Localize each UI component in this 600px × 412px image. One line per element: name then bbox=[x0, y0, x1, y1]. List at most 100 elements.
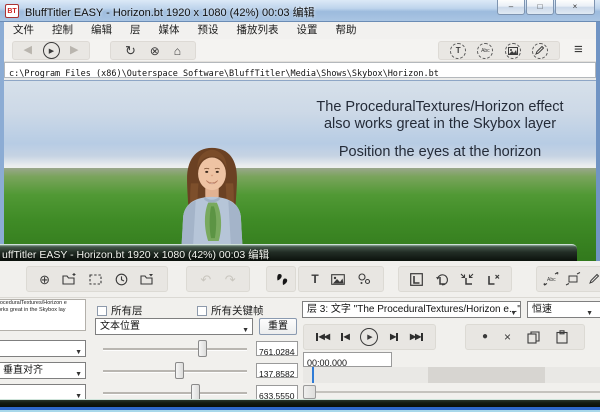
scrollbar-handle[interactable] bbox=[303, 385, 316, 399]
cancel-icon[interactable]: ⊗ bbox=[150, 45, 160, 57]
slider-1[interactable] bbox=[100, 340, 250, 357]
maximize-button[interactable]: □ bbox=[526, 0, 554, 15]
slider-2-handle[interactable] bbox=[175, 362, 184, 379]
menu-help[interactable]: 帮助 bbox=[327, 22, 366, 39]
pencil-resize-icon[interactable] bbox=[587, 272, 600, 286]
back-icon[interactable]: ◀ bbox=[24, 45, 32, 56]
extra-dropdown-2-value bbox=[0, 387, 3, 398]
keyframe-group bbox=[266, 266, 296, 292]
picture-layer-icon[interactable] bbox=[505, 43, 521, 59]
play-animation-icon[interactable]: ▶ bbox=[360, 328, 378, 346]
record-icon[interactable]: ● bbox=[482, 332, 488, 342]
slider-2[interactable] bbox=[100, 362, 250, 379]
layer-type-group: T Abc bbox=[438, 41, 560, 60]
picture-icon[interactable] bbox=[331, 274, 345, 285]
property-dropdown[interactable]: 文本位置 ▼ bbox=[95, 318, 253, 335]
menu-control[interactable]: 控制 bbox=[43, 22, 82, 39]
preview-text-line1: The ProceduralTextures/Horizon effect bbox=[280, 99, 596, 116]
menu-file[interactable]: 文件 bbox=[4, 22, 43, 39]
refresh-group: ↻ ⊗ ⌂ bbox=[110, 41, 196, 60]
copy-icon[interactable] bbox=[527, 331, 540, 344]
slider-1-track[interactable] bbox=[103, 348, 247, 351]
speed-dropdown[interactable]: 恒速 ▼ bbox=[527, 301, 600, 318]
playhead-marker[interactable] bbox=[312, 367, 314, 383]
text-resize-icon[interactable]: Abc bbox=[543, 272, 559, 286]
open-show-icon[interactable] bbox=[62, 273, 77, 286]
screen: BT BluffTitler EASY - Horizon.bt 1920 x … bbox=[0, 0, 600, 412]
active-layer-icon[interactable] bbox=[410, 273, 423, 286]
picture-resize-icon[interactable] bbox=[565, 272, 581, 286]
pencil-layer-icon[interactable] bbox=[532, 43, 548, 59]
slider-3-track[interactable] bbox=[103, 392, 247, 395]
menu-settings[interactable]: 设置 bbox=[288, 22, 327, 39]
preview-text-line3: Position the eyes at the horizon bbox=[280, 144, 596, 160]
undo-icon[interactable]: ↶ bbox=[200, 273, 211, 286]
delete-layer-icon[interactable] bbox=[486, 273, 500, 286]
text-layer-icon[interactable]: T bbox=[450, 43, 466, 59]
value-input-1[interactable] bbox=[257, 346, 297, 359]
slider-1-handle[interactable] bbox=[198, 340, 207, 357]
play-icon[interactable]: ▶ bbox=[43, 42, 60, 59]
chevron-down-icon: ▼ bbox=[242, 323, 249, 335]
reset-button[interactable]: 重置 bbox=[259, 318, 297, 335]
menu-playlist[interactable]: 播放列表 bbox=[228, 22, 288, 39]
all-layers-label: 所有层 bbox=[111, 303, 143, 318]
timeline-track[interactable] bbox=[303, 367, 600, 383]
text-icon[interactable]: T bbox=[311, 273, 318, 285]
minimize-button[interactable]: – bbox=[497, 0, 525, 15]
delete-keyframe-icon[interactable]: × bbox=[504, 331, 511, 343]
all-keyframes-label: 所有关键帧 bbox=[211, 303, 264, 318]
svg-text:Abc: Abc bbox=[547, 277, 556, 283]
extra-dropdown-1-value bbox=[0, 343, 3, 354]
chevron-down-icon: ▼ bbox=[510, 306, 517, 318]
add-layer-icon[interactable]: ⊕ bbox=[39, 273, 50, 286]
timeline-scrollbar[interactable] bbox=[303, 385, 600, 399]
skip-end-icon[interactable]: ▶▶ bbox=[410, 333, 423, 341]
chevron-down-icon: ▼ bbox=[75, 367, 82, 379]
value-input-2[interactable] bbox=[257, 368, 297, 381]
value-field-3 bbox=[256, 385, 298, 400]
align-dropdown[interactable]: 垂直对齐 ▼ bbox=[0, 362, 86, 379]
home-icon[interactable]: ⌂ bbox=[174, 45, 181, 57]
menu-media[interactable]: 媒体 bbox=[150, 22, 189, 39]
prev-frame-icon[interactable]: ◀ bbox=[341, 333, 349, 341]
skip-start-icon[interactable]: ◀◀ bbox=[316, 333, 329, 341]
menu-icon[interactable]: ≡ bbox=[574, 42, 583, 57]
address-bar bbox=[4, 62, 596, 78]
align-dropdown-value: 垂直对齐 bbox=[0, 365, 43, 376]
clock-icon[interactable] bbox=[115, 273, 128, 286]
keyframe-icon[interactable] bbox=[275, 273, 288, 286]
preview-caption: The ProceduralTextures/Horizon effect al… bbox=[280, 99, 596, 133]
open-media-icon[interactable] bbox=[140, 273, 155, 286]
particles-icon[interactable] bbox=[358, 273, 371, 285]
selection-icon[interactable] bbox=[89, 274, 102, 285]
timeline-segment[interactable] bbox=[428, 367, 545, 383]
close-button[interactable]: × bbox=[555, 0, 595, 15]
menu-layer[interactable]: 层 bbox=[121, 22, 150, 39]
attach-layer-icon[interactable] bbox=[460, 273, 474, 286]
nav-group: ◀ ▶ ▶ bbox=[12, 41, 90, 60]
redo-icon[interactable]: ↷ bbox=[225, 273, 236, 286]
menu-edit[interactable]: 编辑 bbox=[82, 22, 121, 39]
next-frame-icon[interactable]: ▶ bbox=[390, 333, 398, 341]
all-layers-checkbox-box[interactable] bbox=[97, 306, 107, 316]
playback-group: ◀◀ ◀ ▶ ▶ ▶▶ bbox=[303, 324, 436, 350]
all-layers-checkbox[interactable]: 所有层 bbox=[97, 303, 143, 318]
all-keyframes-checkbox-box[interactable] bbox=[197, 306, 207, 316]
layer-select-value: 层 3: 文字 "The ProceduralTextures/Horizon … bbox=[303, 304, 521, 315]
main-window-title: BluffTitler EASY - Horizon.bt 1920 x 108… bbox=[25, 4, 315, 20]
main-titlebar: BT BluffTitler EASY - Horizon.bt 1920 x … bbox=[0, 0, 600, 22]
extra-dropdown-1[interactable]: ▼ bbox=[0, 340, 86, 357]
menu-presets[interactable]: 预设 bbox=[189, 22, 228, 39]
rotate-layer-icon[interactable] bbox=[435, 273, 449, 286]
main-toolbar: ◀ ▶ ▶ ↻ ⊗ ⌂ T Abc ≡ bbox=[4, 39, 596, 62]
layer-select-dropdown[interactable]: 层 3: 文字 "The ProceduralTextures/Horizon … bbox=[302, 301, 521, 318]
value-field-1 bbox=[256, 341, 298, 356]
scrollbar-track[interactable] bbox=[303, 391, 600, 393]
editor-bottom-frame bbox=[0, 399, 600, 412]
paste-icon[interactable] bbox=[556, 330, 568, 344]
all-keyframes-checkbox[interactable]: 所有关键帧 bbox=[197, 303, 264, 318]
abc-layer-icon[interactable]: Abc bbox=[477, 43, 493, 59]
refresh-icon[interactable]: ↻ bbox=[125, 44, 136, 57]
forward-icon[interactable]: ▶ bbox=[70, 45, 78, 56]
